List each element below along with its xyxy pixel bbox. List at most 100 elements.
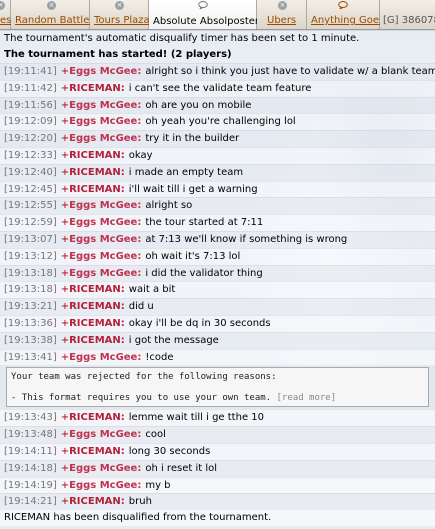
message-username[interactable]: RICEMAN:: [69, 184, 125, 195]
message-timestamp: [19:13:48]: [4, 429, 57, 441]
user-rank-symbol: +: [60, 66, 70, 77]
chat-message: [19:13:38] +RICEMAN: i got the message: [0, 331, 435, 349]
message-text: okay: [128, 149, 153, 161]
message-timestamp: [19:13:41]: [4, 351, 57, 363]
message-username[interactable]: Eggs McGee:: [69, 234, 141, 245]
chat-message: [19:14:21] +RICEMAN: bruh: [0, 493, 435, 511]
chat-message: [19:11:42] +RICEMAN: i can't see the valid…: [0, 79, 435, 97]
room-tab-bar: × es × Random Battles × Tours Plaza Abso…: [0, 0, 435, 30]
tab-absolute-absolposters[interactable]: Absolute Absolposters: [149, 0, 264, 29]
message-username[interactable]: RICEMAN:: [69, 412, 125, 423]
message-text: !code: [145, 351, 174, 363]
message-timestamp: [19:11:56]: [4, 99, 57, 111]
chat-message: [19:12:20] +Eggs McGee: try it in the buil…: [0, 130, 435, 147]
chat-bubble-icon: [338, 1, 348, 9]
chat-bubble-icon: [198, 1, 208, 9]
message-username[interactable]: Eggs McGee:: [69, 133, 141, 144]
message-username[interactable]: Eggs McGee:: [69, 352, 141, 363]
message-text: i made an empty team: [128, 166, 244, 178]
chat-message: [19:12:33] +RICEMAN: okay: [0, 146, 435, 164]
message-timestamp: [19:14:11]: [4, 445, 57, 457]
close-icon[interactable]: ×: [0, 1, 5, 10]
message-list: [19:11:41] +Eggs McGee: alright so i think…: [0, 63, 435, 366]
message-username[interactable]: Eggs McGee:: [69, 463, 141, 474]
message-text: okay i'll be dq in 30 seconds: [128, 317, 271, 329]
message-timestamp: [19:14:18]: [4, 462, 57, 474]
close-icon[interactable]: ×: [278, 1, 287, 10]
message-text: i did the validator thing: [145, 267, 263, 279]
chat-message: [19:12:55] +Eggs McGee: alright so: [0, 197, 435, 215]
message-username[interactable]: RICEMAN:: [69, 318, 125, 329]
user-rank-symbol: +: [60, 429, 70, 441]
chat-message: [19:11:56] +Eggs McGee: oh are you on mobi…: [0, 96, 435, 114]
user-rank-symbol: +: [60, 149, 70, 161]
chat-message: [19:14:18] +Eggs McGee: oh i reset it lol: [0, 459, 435, 477]
message-timestamp: [19:12:40]: [4, 166, 57, 178]
message-username[interactable]: RICEMAN:: [69, 496, 125, 507]
chat-message: [19:12:59] +Eggs McGee: the tour started a…: [0, 214, 435, 231]
message-timestamp: [19:13:21]: [4, 301, 57, 313]
chat-message: [19:12:45] +RICEMAN: i'll wait till i get …: [0, 180, 435, 198]
user-rank-symbol: +: [60, 233, 70, 245]
chat-message: [19:12:40] +RICEMAN: i made an empty team: [0, 163, 435, 181]
rejection-reason: - This format requires you to use your o…: [11, 393, 337, 404]
user-rank-symbol: +: [60, 200, 70, 212]
user-rank-symbol: +: [60, 183, 70, 195]
message-text: try it in the builder: [145, 133, 240, 145]
message-text: alright so: [145, 200, 193, 212]
message-username[interactable]: Eggs McGee:: [69, 100, 141, 111]
chat-message: [19:13:36] +RICEMAN: okay i'll be dq in 30…: [0, 314, 435, 332]
user-rank-symbol: +: [60, 301, 70, 313]
message-username[interactable]: RICEMAN:: [69, 150, 125, 161]
message-username[interactable]: Eggs McGee:: [69, 251, 141, 262]
message-timestamp: [19:12:45]: [4, 183, 57, 195]
message-text: alright so i think you just have to vali…: [145, 66, 435, 77]
message-username[interactable]: Eggs McGee:: [69, 217, 141, 228]
tab-partial-left[interactable]: × es: [0, 0, 11, 29]
message-timestamp: [19:13:12]: [4, 250, 57, 262]
message-username[interactable]: RICEMAN:: [69, 335, 125, 346]
chat-message: [19:13:21] +RICEMAN: did u: [0, 298, 435, 315]
close-icon[interactable]: ×: [47, 1, 56, 10]
message-timestamp: [19:14:19]: [4, 479, 57, 491]
message-timestamp: [19:11:42]: [4, 82, 57, 94]
message-username[interactable]: Eggs McGee:: [69, 200, 141, 211]
message-username[interactable]: RICEMAN:: [69, 167, 125, 178]
message-username[interactable]: RICEMAN:: [69, 83, 125, 94]
message-timestamp: [19:12:20]: [4, 133, 57, 145]
message-timestamp: [19:12:33]: [4, 149, 57, 161]
tab-random-battles[interactable]: × Random Battles: [11, 0, 95, 29]
message-username[interactable]: Eggs McGee:: [69, 480, 141, 491]
user-rank-symbol: +: [60, 116, 70, 128]
message-username[interactable]: Eggs McGee:: [69, 116, 141, 127]
message-username[interactable]: RICEMAN:: [69, 446, 125, 457]
message-text: i got the message: [128, 334, 219, 346]
chat-message: [19:14:11] +RICEMAN: long 30 seconds: [0, 442, 435, 460]
message-username[interactable]: RICEMAN:: [69, 284, 125, 295]
message-timestamp: [19:11:41]: [4, 66, 57, 77]
chat-message: [19:13:48] +Eggs McGee: cool: [0, 426, 435, 443]
tab-battle-room[interactable]: [G] 386078: [380, 0, 435, 29]
user-rank-symbol: +: [60, 334, 70, 346]
message-username[interactable]: Eggs McGee:: [69, 268, 141, 279]
tab-ubers[interactable]: × Ubers: [257, 0, 307, 29]
chat-message: [19:13:07] +Eggs McGee: at 7:13 we'll know…: [0, 230, 435, 248]
chat-message: [19:13:41] +Eggs McGee: !code: [0, 348, 435, 366]
user-rank-symbol: +: [60, 166, 70, 178]
user-rank-symbol: +: [60, 412, 70, 424]
message-timestamp: [19:14:21]: [4, 496, 57, 508]
message-username[interactable]: Eggs McGee:: [69, 429, 141, 440]
message-timestamp: [19:12:55]: [4, 200, 57, 212]
chat-message: [19:12:09] +Eggs McGee: oh yeah you're cha…: [0, 113, 435, 131]
tab-anything-goes[interactable]: Anything Goes: [307, 0, 384, 29]
close-icon[interactable]: ×: [115, 1, 124, 10]
message-text: cool: [145, 429, 166, 441]
message-text: long 30 seconds: [128, 445, 211, 457]
chat-message: [19:11:41] +Eggs McGee: alright so i think…: [0, 63, 435, 80]
read-more-link[interactable]: [read more]: [277, 393, 337, 403]
message-username[interactable]: Eggs McGee:: [69, 66, 141, 77]
message-text: bruh: [128, 496, 152, 508]
message-username[interactable]: RICEMAN:: [69, 301, 125, 312]
message-text: my b: [145, 479, 171, 491]
tab-tours-plaza[interactable]: × Tours Plaza: [90, 0, 150, 29]
